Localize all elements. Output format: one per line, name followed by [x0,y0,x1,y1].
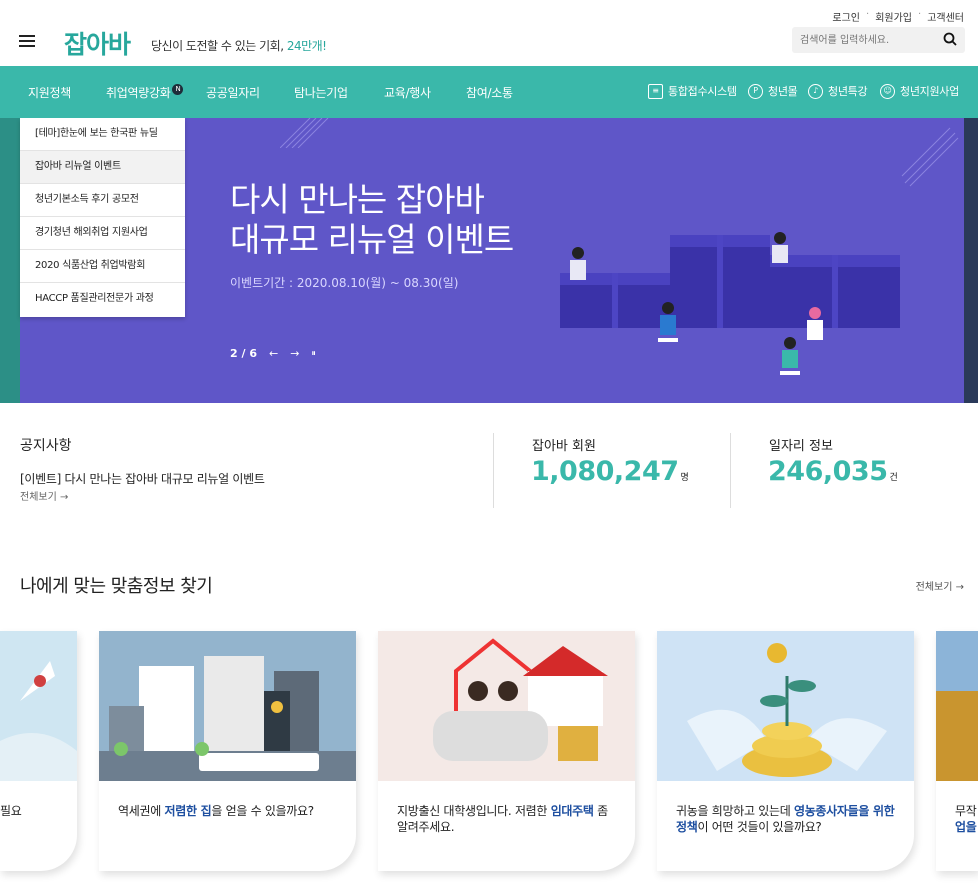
main-banner[interactable]: 다시 만나는 잡아바 대규모 리뉴얼 이벤트 이벤트기간 : 2020.08.10… [0,118,978,403]
card-image [657,631,914,781]
notice-more-link[interactable]: 전체보기 → [20,488,68,503]
divider [493,433,494,508]
rocket-illustration [0,661,77,781]
pause-icon[interactable]: ⏸ [311,349,316,359]
search-box [792,27,965,53]
field-illustration [936,631,978,781]
coins-plant-illustration [687,643,887,777]
youth-support-link[interactable]: ☺ 청년지원사업 [880,83,959,99]
new-badge: N [172,84,184,95]
smile-icon: ☺ [880,83,895,99]
next-arrow-icon[interactable]: → [290,347,299,360]
member-count-unit: 명 [680,473,689,483]
banner-title: 다시 만나는 잡아바 대규모 리뉴얼 이벤트 [230,180,514,260]
separator: · [918,9,922,20]
slogan-highlight: 24만개! [286,39,327,53]
gift-boxes-illustration [560,232,900,375]
job-count-label: 일자리 정보 [769,439,833,454]
banner-period: 이벤트기간 : 2020.08.10(월) ~ 08.30(일) [230,276,459,290]
youth-mall-link[interactable]: P 청년몰 [748,83,798,99]
decorative-lines [280,118,329,148]
house-couple-illustration [433,638,608,761]
notice-link[interactable]: [이벤트] 다시 만나는 잡아바 대규모 리뉴얼 이벤트 [20,470,265,487]
dropdown-item[interactable]: 경기청년 해외취업 지원사업 [20,217,185,250]
member-count-value: 1,080,247 [531,456,679,487]
banner-title-line2: 대규모 리뉴얼 이벤트 [230,220,514,259]
search-input[interactable] [792,27,932,53]
nav-item-companies[interactable]: 탐나는기업 [294,84,348,101]
youth-support-label: 청년지원사업 [900,85,959,98]
info-card[interactable]: 필요 [0,631,77,871]
card-text: 역세권에 저렴한 집을 얻을 수 있을까요? [118,804,314,818]
member-count: 1,080,247 명 [531,456,689,487]
section-more-link[interactable]: 전체보기 → [916,578,964,593]
nav-item-policy[interactable]: 지원정책 [28,84,71,101]
info-card[interactable]: 역세권에 저렴한 집을 얻을 수 있을까요? [99,631,356,871]
card-text: 귀농을 희망하고 있는데 영농종사자들을 위한 정책이 어떤 것들이 있을까요? [676,804,895,834]
menu-icon[interactable] [19,35,35,47]
banner-title-line1: 다시 만나는 잡아바 [230,180,485,219]
separator: · [866,9,870,20]
job-count-unit: 건 [889,473,898,483]
youth-lecture-link[interactable]: ♪ 청년특강 [808,83,868,99]
card-image [378,631,635,781]
integrated-system-label: 통합접수시스템 [668,85,737,98]
next-slide-peek [964,118,978,403]
search-icon[interactable] [943,32,957,46]
section-title: 나에게 맞는 맞춤정보 찾기 [20,576,213,597]
banner-dropdown-menu: [테마]한눈에 보는 한국판 뉴딜 잡아바 리뉴얼 이벤트 청년기본소득 후기 … [20,118,185,317]
document-icon: ≡ [648,83,663,99]
member-count-label: 잡아바 회원 [532,439,596,454]
dropdown-item[interactable]: 청년기본소득 후기 공모전 [20,184,185,217]
login-link[interactable]: 로그인 [832,9,860,24]
prev-slide-peek [0,118,20,403]
header: 로그인 · 회원가입 · 고객센터 잡아바 당신이 도전할 수 있는 기회, 2… [0,0,978,66]
slogan-text: 당신이 도전할 수 있는 기회, [151,39,287,53]
card-image [0,631,77,781]
bell-icon: ♪ [808,83,823,99]
utility-links: 로그인 · 회원가입 · 고객센터 [832,9,964,24]
nav-item-career-label: 취업역량강화 [106,86,171,100]
slogan: 당신이 도전할 수 있는 기회, 24만개! [151,37,327,54]
dropdown-item[interactable]: HACCP 품질관리전문가 과정 [20,283,185,316]
notice-title: 공지사항 [20,438,72,454]
info-card[interactable]: 지방출신 대학생입니다. 저렴한 임대주택 좀 알려주세요. [378,631,635,871]
p-circle-icon: P [748,83,763,99]
slide-counter: 2 / 6 [230,347,257,360]
nav-item-public-jobs[interactable]: 공공일자리 [206,84,260,101]
integrated-system-link[interactable]: ≡ 통합접수시스템 [648,83,737,99]
dropdown-item[interactable]: [테마]한눈에 보는 한국판 뉴딜 [20,118,185,151]
info-card[interactable]: 귀농을 희망하고 있는데 영농종사자들을 위한 정책이 어떤 것들이 있을까요? [657,631,914,871]
info-card[interactable]: 무작 업을 [936,631,978,871]
city-illustration [99,656,356,781]
card-image [936,631,978,781]
job-count: 246,035 건 [768,456,898,487]
card-image [99,631,356,781]
job-count-value: 246,035 [768,456,888,487]
card-text: 무작 업을 [955,804,977,834]
prev-arrow-icon[interactable]: ← [269,347,278,360]
dropdown-item-active[interactable]: 잡아바 리뉴얼 이벤트 [20,151,185,184]
signup-link[interactable]: 회원가입 [875,9,912,24]
divider [730,433,731,508]
youth-mall-label: 청년몰 [768,85,798,98]
card-text: 필요 [0,804,22,818]
nav-item-education[interactable]: 교육/행사 [384,84,431,101]
nav-item-career[interactable]: 취업역량강화 N [106,84,184,101]
youth-lecture-label: 청년특강 [828,85,868,98]
customer-center-link[interactable]: 고객센터 [927,9,964,24]
nav-item-community[interactable]: 참여/소통 [466,84,513,101]
site-logo[interactable]: 잡아바 [64,25,131,61]
dropdown-item[interactable]: 2020 식품산업 취업박람회 [20,250,185,283]
card-text: 지방출신 대학생입니다. 저렴한 임대주택 좀 알려주세요. [397,804,608,834]
decorative-lines [901,127,959,187]
main-nav: 지원정책 취업역량강화 N 공공일자리 탐나는기업 교육/행사 참여/소통 ≡ 통합… [0,66,978,118]
banner-controls: 2 / 6 ← → ⏸ [230,347,316,360]
